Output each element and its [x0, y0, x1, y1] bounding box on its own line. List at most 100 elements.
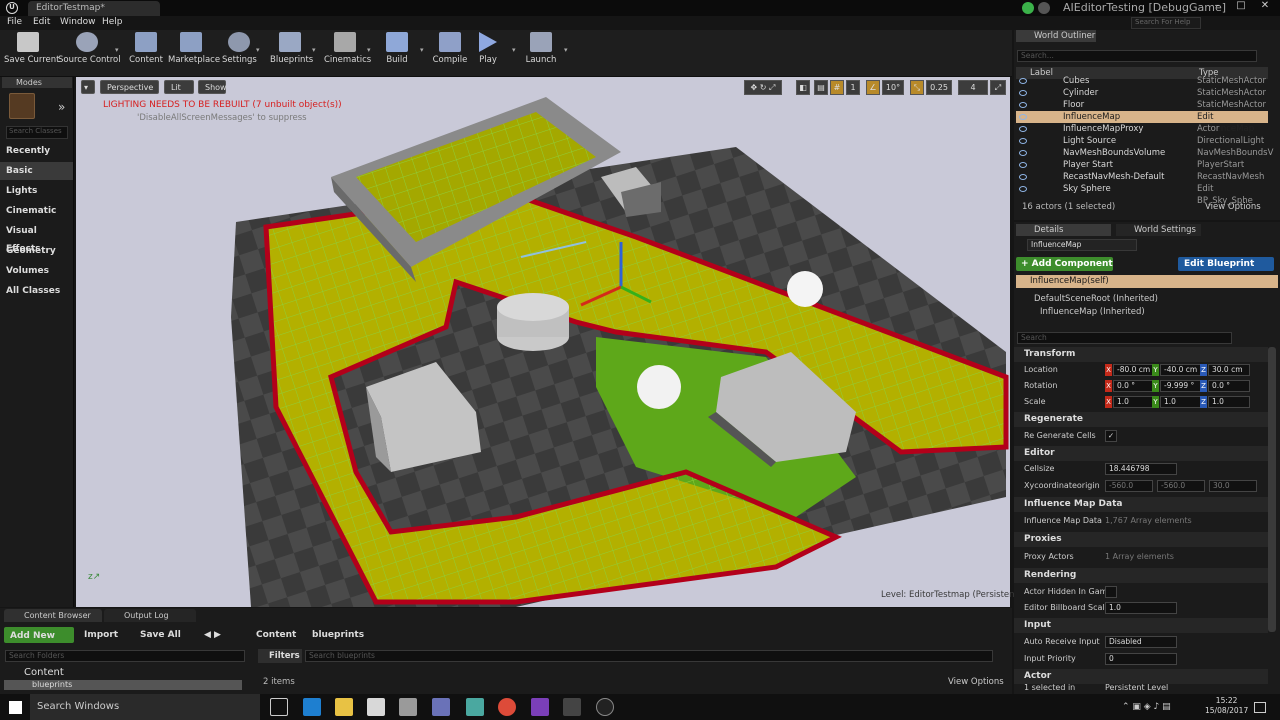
outliner-row[interactable]: Player Start PlayerStart [1016, 159, 1268, 171]
maximize-viewport-icon[interactable]: ⤢ [990, 80, 1006, 95]
section-influence-map-data[interactable]: Influence Map Data [1014, 497, 1268, 512]
grid-size[interactable]: 1 [846, 80, 860, 95]
settings-button[interactable]: Settings [222, 32, 257, 74]
modes-tab[interactable]: Modes [2, 77, 72, 88]
outliner-row[interactable]: RecastNavMesh-Default RecastNavMesh [1016, 171, 1268, 183]
outliner-search-input[interactable]: Search... [1017, 50, 1257, 62]
filters-button[interactable]: Filters [258, 649, 302, 663]
visibility-eye-icon[interactable] [1019, 162, 1027, 168]
component-child[interactable]: InfluenceMap (Inherited) [1040, 307, 1145, 317]
visibility-eye-icon[interactable] [1019, 114, 1027, 120]
visibility-eye-icon[interactable] [1019, 186, 1027, 192]
task-view-icon[interactable] [270, 698, 288, 716]
content-browser-tab[interactable]: Content Browser [4, 609, 102, 622]
folder-blueprints[interactable]: blueprints [4, 680, 242, 690]
outliner-view-options[interactable]: View Options [1205, 202, 1261, 212]
build-dropdown-icon[interactable]: ▾ [420, 46, 424, 54]
section-transform[interactable]: Transform [1014, 347, 1268, 362]
camera-speed[interactable]: 4 [958, 80, 988, 95]
notification-icon[interactable] [1038, 2, 1050, 14]
help-search-input[interactable]: Search For Help [1131, 17, 1201, 29]
visibility-eye-icon[interactable] [1019, 78, 1027, 84]
launch-dropdown-icon[interactable]: ▾ [564, 46, 568, 54]
cb-view-options[interactable]: View Options [948, 677, 1004, 687]
explorer-icon[interactable] [335, 698, 353, 716]
mode-geometry[interactable]: Geometry [0, 242, 73, 260]
cinematics-dropdown-icon[interactable]: ▾ [367, 46, 371, 54]
app-icon[interactable] [399, 698, 417, 716]
location-x[interactable]: -80.0 cm [1113, 364, 1155, 376]
cinematics-button[interactable]: Cinematics [324, 32, 371, 74]
outliner-row[interactable]: NavMeshBoundsVolume NavMeshBoundsV [1016, 147, 1273, 159]
outliner-row[interactable]: Cubes StaticMeshActor [1016, 75, 1268, 87]
cellsize-field[interactable]: 18.446798 [1105, 463, 1177, 475]
lit-button[interactable]: Lit [164, 80, 194, 94]
rotation-snap-value[interactable]: 10° [882, 80, 904, 95]
edit-blueprint-button[interactable]: Edit Blueprint [1178, 257, 1274, 271]
actor-name-field[interactable]: InfluenceMap [1027, 239, 1137, 251]
system-tray-icons[interactable]: ⌃ ▣ ◈ ♪ ▤ [1122, 702, 1171, 712]
outliner-row[interactable]: InfluenceMapProxy Actor [1016, 123, 1268, 135]
scale-snap-icon[interactable]: ⤡ [910, 80, 924, 95]
rotation-label[interactable]: Rotation [1024, 378, 1057, 394]
rotation-z[interactable]: 0.0 ° [1208, 380, 1250, 392]
world-settings-tab[interactable]: World Settings [1116, 224, 1201, 236]
mode-all-classes[interactable]: All Classes [0, 282, 73, 300]
chrome-icon[interactable] [498, 698, 516, 716]
details-scrollbar[interactable] [1268, 347, 1276, 632]
mode-lights[interactable]: Lights [0, 182, 73, 200]
class-search-input[interactable]: Search Classes [6, 126, 68, 139]
outliner-row[interactable]: Light Source DirectionalLight [1016, 135, 1268, 147]
viewport-options-button[interactable]: ▾ [81, 80, 95, 94]
output-log-tab[interactable]: Output Log [104, 609, 196, 622]
mode-visual-effects[interactable]: Visual Effects [0, 222, 73, 254]
close-icon[interactable]: ✕ [1252, 0, 1278, 15]
location-label[interactable]: Location [1024, 362, 1058, 378]
grid-snap-icon[interactable]: # [830, 80, 844, 95]
blueprints-dropdown-icon[interactable]: ▾ [312, 46, 316, 54]
launch-button[interactable]: Launch [524, 32, 558, 74]
details-tab[interactable]: Details [1016, 224, 1111, 236]
section-input[interactable]: Input [1014, 618, 1268, 633]
settings-dropdown-icon[interactable]: ▾ [256, 46, 260, 54]
visibility-eye-icon[interactable] [1019, 126, 1027, 132]
search-blueprints-input[interactable]: Search blueprints [305, 650, 993, 662]
section-regenerate[interactable]: Regenerate [1014, 412, 1268, 427]
windows-start-icon[interactable] [9, 701, 22, 714]
folder-content[interactable]: Content [24, 667, 64, 678]
outliner-row[interactable]: InfluenceMap Edit InfluenceMap [1016, 111, 1268, 134]
history-nav[interactable]: ◀ ▶ [204, 626, 232, 644]
play-button[interactable]: Play [474, 32, 502, 74]
notifications-icon[interactable] [1254, 702, 1266, 713]
source-control-button[interactable]: Source Control [58, 32, 121, 74]
component-root[interactable]: DefaultSceneRoot (Inherited) [1034, 294, 1158, 304]
component-self[interactable]: InfluenceMap(self) [1016, 275, 1278, 288]
hidden-checkbox[interactable] [1105, 586, 1117, 598]
outliner-row[interactable]: Cylinder StaticMeshActor [1016, 87, 1268, 99]
maximize-icon[interactable]: □ [1228, 0, 1254, 15]
section-editor[interactable]: Editor [1014, 446, 1268, 461]
menu-window[interactable]: Window [60, 17, 96, 27]
marketplace-button[interactable]: Marketplace [168, 32, 220, 74]
show-button[interactable]: Show [198, 80, 227, 94]
scale-label[interactable]: Scale [1024, 394, 1046, 410]
unreal-logo-icon[interactable]: U [6, 2, 18, 14]
content-button[interactable]: Content [129, 32, 163, 74]
document-tab[interactable]: EditorTestmap* [28, 1, 160, 16]
mode-cinematic[interactable]: Cinematic [0, 202, 73, 220]
auto-input-select[interactable]: Disabled [1105, 636, 1177, 648]
scale-z[interactable]: 1.0 [1208, 396, 1250, 408]
perspective-button[interactable]: Perspective [100, 80, 159, 94]
add-component-button[interactable]: + Add Component [1016, 257, 1113, 271]
compile-button[interactable]: Compile [432, 32, 468, 74]
outliner-row[interactable]: Floor StaticMeshActor [1016, 99, 1268, 111]
save-all-button[interactable]: Save All [140, 626, 192, 644]
coordinate-space-icon[interactable]: ◧ [796, 80, 810, 95]
transform-modes[interactable]: ✥ ↻ ⤢ [744, 80, 782, 95]
source-control-status-icon[interactable] [1022, 2, 1034, 14]
blueprints-button[interactable]: Blueprints [270, 32, 313, 74]
menu-edit[interactable]: Edit [33, 17, 50, 27]
scale-snap-value[interactable]: 0.25 [926, 80, 952, 95]
rotation-y[interactable]: -9.999 ° [1160, 380, 1202, 392]
surface-snapping-icon[interactable]: ▤ [814, 80, 828, 95]
